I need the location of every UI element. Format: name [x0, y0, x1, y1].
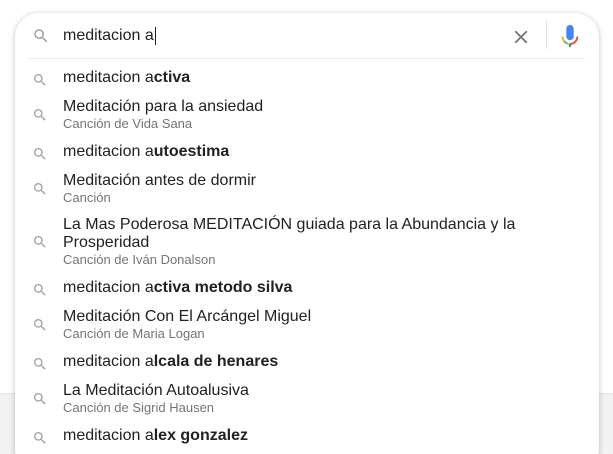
divider [546, 21, 547, 49]
suggestion-completion: utoestima [153, 143, 230, 160]
suggestion-prefix: meditacion a [63, 279, 154, 296]
suggestion-text: meditacion alcala de henares [63, 353, 563, 371]
suggestion-text: meditacion alex gonzalez [63, 427, 563, 445]
search-icon [34, 109, 46, 121]
search-icon [34, 236, 46, 248]
suggestion-completion: ctiva [153, 69, 191, 86]
suggestion-subtitle: Canción de Maria Logan [63, 326, 205, 341]
suggestion-completion: ctiva metodo silva [153, 279, 293, 296]
suggestion-item[interactable]: La Meditación Autoalusiva Canción de Sigr… [15, 381, 599, 417]
close-icon [514, 30, 528, 44]
suggestion-text: meditacion activa metodo silva [63, 279, 563, 297]
suggestion-prefix: meditacion a [63, 353, 154, 370]
suggestion-subtitle: Canción de Iván Donalson [63, 252, 216, 267]
search-input[interactable]: meditacion a [63, 24, 493, 48]
suggestion-prefix: meditacion a [63, 69, 154, 86]
text-caret [154, 27, 156, 45]
suggestion-text: Meditación Con El Arcángel Miguel [63, 308, 312, 325]
search-icon [34, 432, 46, 444]
microphone-icon [561, 25, 579, 48]
suggestion-item[interactable]: meditacion activa metodo silva [15, 277, 599, 303]
search-icon [34, 29, 48, 43]
search-input-value: meditacion a [63, 27, 154, 44]
suggestion-item[interactable]: meditacion activa [15, 67, 599, 93]
clear-search-button[interactable] [509, 25, 533, 49]
suggestion-text: Meditación para la ansiedad [63, 98, 264, 115]
suggestion-item[interactable]: meditacion autoestima [15, 141, 599, 167]
search-icon [34, 284, 46, 296]
search-icon [34, 148, 46, 160]
search-icon [34, 74, 46, 86]
search-icon [34, 319, 46, 331]
suggestion-item[interactable]: Meditación para la ansiedad Canción de Vi… [15, 97, 599, 133]
suggestion-text: meditacion autoestima [63, 143, 563, 161]
suggestion-subtitle: Canción de Vida Sana [63, 116, 193, 131]
suggestion-text: Meditación antes de dormir [63, 172, 256, 189]
search-bar: meditacion a [15, 13, 599, 59]
suggestion-item[interactable]: Meditación antes de dormir Canción [15, 171, 599, 207]
suggestion-prefix: meditacion a [63, 143, 154, 160]
search-autocomplete-panel: meditacion a meditacion activa Meditació… [15, 13, 599, 454]
suggestion-prefix: meditacion a [63, 427, 154, 444]
suggestion-text: La Mas Poderosa MEDITACIÓN guiada para l… [63, 216, 516, 251]
search-icon [34, 183, 46, 195]
suggestion-subtitle: Canción [63, 190, 111, 205]
search-icon [34, 393, 46, 405]
suggestion-text: meditacion activa [63, 69, 563, 87]
search-icon [34, 358, 46, 370]
suggestion-item[interactable]: meditacion alcala de henares [15, 351, 599, 377]
voice-search-button[interactable] [558, 24, 582, 50]
separator-line [29, 58, 585, 59]
suggestion-completion: lex gonzalez [153, 427, 248, 444]
suggestion-subtitle: Canción de Sigrid Hausen [63, 400, 215, 415]
suggestion-completion: lcala de henares [153, 353, 279, 370]
suggestion-text: La Meditación Autoalusiva [63, 382, 249, 399]
suggestion-item[interactable]: meditacion alex gonzalez [15, 425, 599, 451]
suggestion-item[interactable]: La Mas Poderosa MEDITACIÓN guiada para l… [15, 215, 599, 269]
suggestion-item[interactable]: Meditación Con El Arcángel Miguel Canción… [15, 307, 599, 343]
